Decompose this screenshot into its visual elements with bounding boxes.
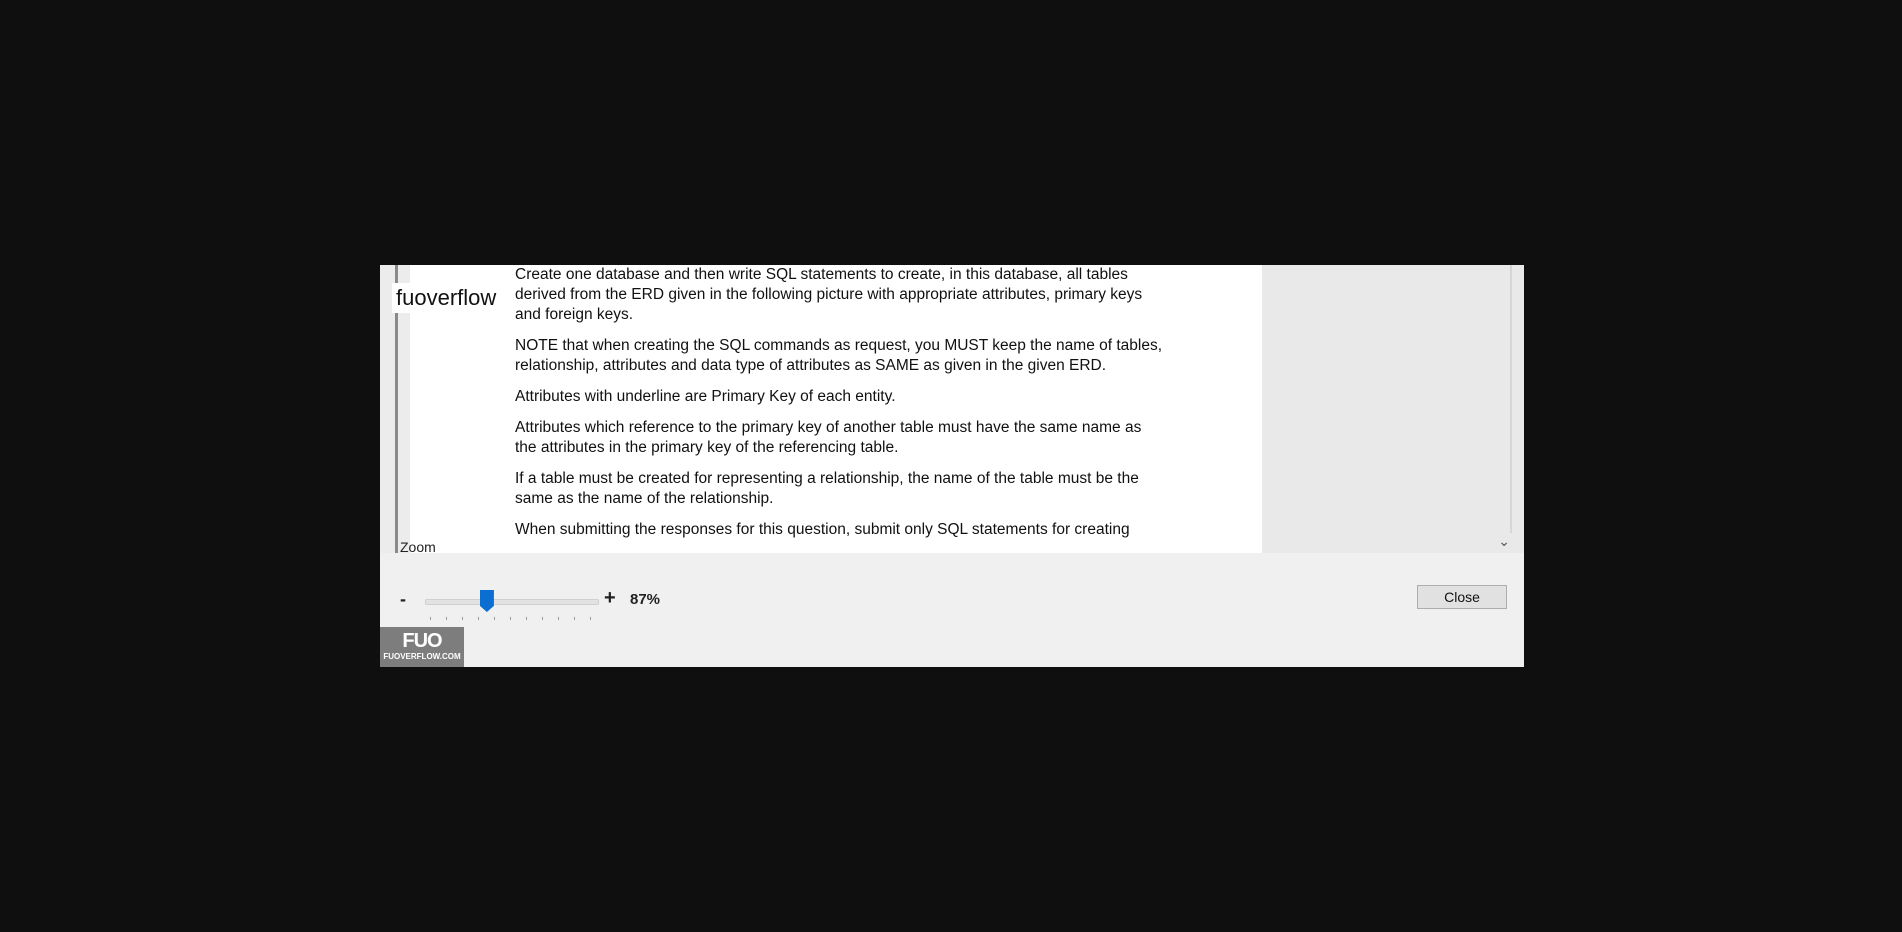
zoom-tick xyxy=(526,617,527,620)
paragraph-6: When submitting the responses for this q… xyxy=(515,521,1130,538)
paragraph-2: NOTE that when creating the SQL commands… xyxy=(515,337,1163,374)
close-button[interactable]: Close xyxy=(1417,585,1507,609)
question-text: Create one database and then write SQL s… xyxy=(515,265,1165,551)
paragraph-5: If a table must be created for represent… xyxy=(515,470,1139,507)
zoom-tick xyxy=(574,617,575,620)
paragraph-4: Attributes which reference to the primar… xyxy=(515,419,1142,456)
zoom-tick xyxy=(494,617,495,620)
logo-mark: FUO xyxy=(402,630,442,652)
zoom-value: 87% xyxy=(630,591,661,608)
zoom-tick xyxy=(446,617,447,620)
zoom-tick xyxy=(430,617,431,620)
zoom-tick xyxy=(510,617,511,620)
zoom-slider-ticks xyxy=(430,617,594,621)
viewer-margin xyxy=(1262,265,1524,553)
vertical-scrollbar[interactable] xyxy=(1510,265,1512,533)
zoom-tick xyxy=(542,617,543,620)
paragraph-1: Create one database and then write SQL s… xyxy=(515,266,1143,323)
zoom-tick xyxy=(558,617,559,620)
question-viewer-window: Create one database and then write SQL s… xyxy=(380,265,1524,667)
zoom-panel xyxy=(380,553,1524,667)
fuoverflow-logo: FUO FUOVERFLOW.COM xyxy=(380,627,464,667)
watermark-label: fuoverflow xyxy=(392,283,501,313)
zoom-out-button[interactable]: - xyxy=(400,589,406,610)
paragraph-3: Attributes with underline are Primary Ke… xyxy=(515,388,896,405)
zoom-tick xyxy=(590,617,591,620)
zoom-label: Zoom xyxy=(400,539,436,555)
zoom-tick xyxy=(462,617,463,620)
zoom-in-button[interactable]: + xyxy=(604,587,616,610)
chevron-down-icon[interactable]: ⌄ xyxy=(1498,533,1510,550)
zoom-slider-track[interactable] xyxy=(425,599,599,605)
document-page: Create one database and then write SQL s… xyxy=(410,265,1262,553)
document-viewer[interactable]: Create one database and then write SQL s… xyxy=(380,265,1524,553)
zoom-tick xyxy=(478,617,479,620)
logo-site-text: FUOVERFLOW.COM xyxy=(383,652,461,661)
